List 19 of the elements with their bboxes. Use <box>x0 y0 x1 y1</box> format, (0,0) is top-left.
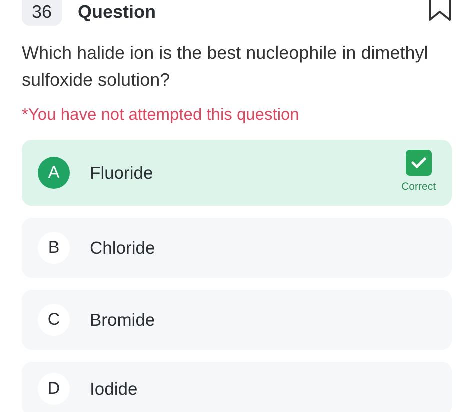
bookmark-icon[interactable] <box>428 0 452 22</box>
option-letter: B <box>38 232 70 264</box>
answer-option[interactable]: C Bromide <box>22 290 452 350</box>
answer-option[interactable]: A Fluoride Correct <box>22 140 452 206</box>
checkbox-checked-icon <box>406 150 432 176</box>
question-number: 36 <box>22 0 62 26</box>
answer-option[interactable]: D Iodide <box>22 362 452 412</box>
question-title: Question <box>78 1 156 24</box>
option-letter: A <box>38 156 70 189</box>
option-letter: D <box>38 372 70 405</box>
correct-label: Correct <box>402 180 436 195</box>
question-text: Which halide ion is the best nucleophile in dimethyl sulfoxide solution? <box>21 42 430 92</box>
option-label: Fluoride <box>90 162 154 185</box>
option-label: Chloride <box>90 236 156 260</box>
option-label: Bromide <box>90 308 156 332</box>
answer-option[interactable]: B Chloride <box>22 218 452 278</box>
attempt-note: *You have not attempted this question <box>21 105 300 126</box>
option-label: Iodide <box>90 378 138 401</box>
option-letter: C <box>38 304 70 336</box>
